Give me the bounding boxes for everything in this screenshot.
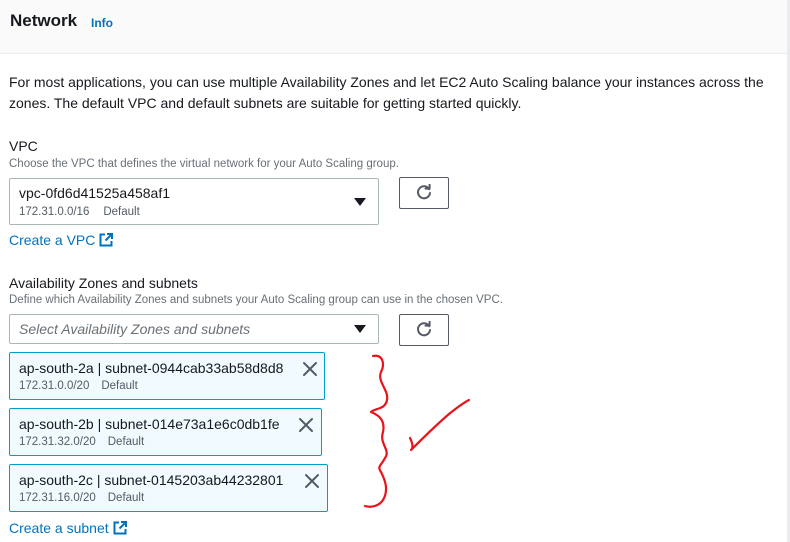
subnet-default-tag: Default: [107, 492, 145, 504]
caret-down-icon: [354, 325, 366, 333]
az-hint: Define which Availability Zones and subn…: [9, 294, 503, 306]
subnet-token-name: ap-south-2a | subnet-0944cab33ab58d8d8: [19, 360, 284, 376]
refresh-icon: [417, 184, 431, 200]
page-title: Network: [10, 11, 78, 30]
vpc-hint: Choose the VPC that defines the virtual …: [9, 158, 399, 170]
panel-header: Network Info: [0, 0, 790, 54]
create-subnet-link[interactable]: Create a subnet: [9, 520, 127, 536]
az-select[interactable]: Select Availability Zones and subnets: [9, 314, 379, 344]
vpc-default-tag: Default: [103, 206, 140, 218]
vpc-select[interactable]: vpc-0fd6d41525a458af1 172.31.0.0/16 Defau…: [9, 178, 379, 225]
close-icon[interactable]: [298, 417, 314, 433]
caret-down-icon: [354, 198, 366, 206]
create-vpc-link[interactable]: Create a VPC: [9, 232, 114, 248]
annotation-brace-check: [363, 354, 471, 508]
subnet-cidr: 172.31.16.0/20: [19, 492, 96, 504]
az-label: Availability Zones and subnets: [9, 275, 198, 291]
vpc-cidr: 172.31.0.0/16: [19, 206, 90, 218]
subnet-token-name: ap-south-2b | subnet-014e73a1e6c0db1fe: [19, 416, 280, 432]
subnet-cidr: 172.31.32.0/20: [19, 436, 96, 448]
subnet-cidr: 172.31.0.0/20: [19, 380, 90, 392]
subnet-default-tag: Default: [101, 380, 138, 392]
create-vpc-label: Create a VPC: [9, 232, 96, 248]
subnet-token-details: 172.31.0.0/20 Default: [19, 380, 138, 392]
network-description: For most applications, you can use multi…: [9, 74, 764, 111]
subnet-token-details: 172.31.32.0/20 Default: [19, 436, 144, 448]
subnet-token-name: ap-south-2c | subnet-0145203ab44232801: [19, 472, 284, 488]
subnet-token: ap-south-2b | subnet-014e73a1e6c0db1fe 1…: [9, 408, 322, 456]
external-link-icon: [99, 233, 114, 247]
info-link[interactable]: Info: [91, 16, 113, 30]
subnet-default-tag: Default: [107, 436, 145, 448]
az-refresh-button[interactable]: [399, 314, 449, 346]
create-subnet-label: Create a subnet: [9, 520, 109, 536]
subnet-token: ap-south-2a | subnet-0944cab33ab58d8d8 1…: [9, 352, 325, 400]
close-icon[interactable]: [302, 361, 318, 377]
vpc-selected-value: vpc-0fd6d41525a458af1: [19, 185, 171, 201]
external-link-icon: [113, 521, 127, 535]
subnet-token-details: 172.31.16.0/20 Default: [19, 492, 144, 504]
vpc-label: VPC: [9, 138, 38, 154]
close-icon[interactable]: [304, 473, 320, 489]
vpc-refresh-button[interactable]: [399, 177, 449, 209]
subnet-token: ap-south-2c | subnet-0145203ab44232801 1…: [9, 464, 328, 512]
vpc-selected-details: 172.31.0.0/16 Default: [19, 206, 140, 218]
az-placeholder: Select Availability Zones and subnets: [19, 321, 251, 337]
refresh-icon: [417, 321, 431, 337]
